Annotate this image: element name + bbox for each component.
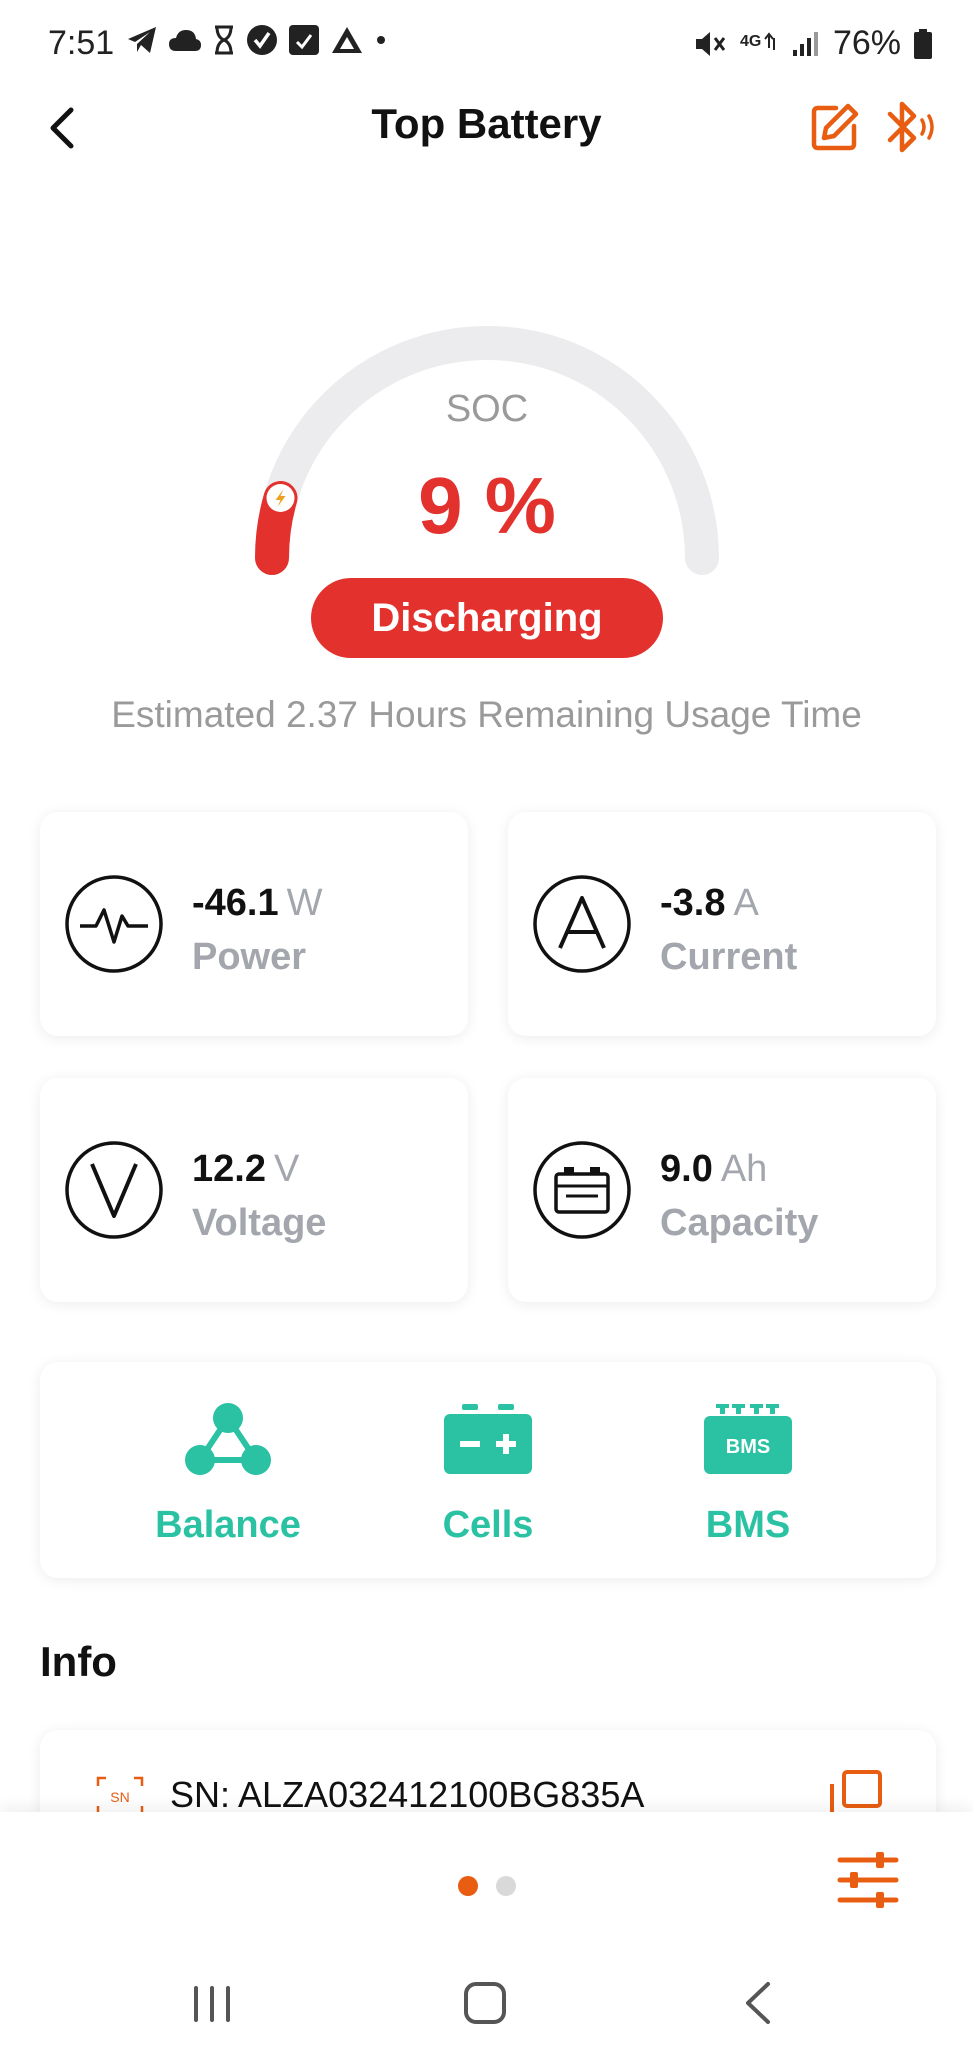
info-section-title: Info: [40, 1638, 117, 1685]
bms-icon-text: BMS: [726, 1436, 770, 1458]
cells-button[interactable]: Cells: [338, 1402, 638, 1547]
pulse-icon: [65, 875, 163, 973]
capacity-value: 9.0 Ah: [660, 1148, 768, 1190]
status-bar: 7:51 4G 76%: [0, 0, 973, 92]
current-label: Current: [660, 936, 798, 978]
volt-icon: [65, 1141, 163, 1239]
remaining-time-text: Estimated 2.37 Hours Remaining Usage Tim…: [111, 694, 862, 735]
battery-capacity-icon: [533, 1141, 631, 1239]
soc-value: 9 %: [418, 461, 556, 550]
signal-icon: [792, 31, 818, 56]
bms-icon: BMS: [704, 1404, 792, 1474]
voltage-label: Voltage: [192, 1202, 327, 1244]
voltage-card[interactable]: 12.2 V Voltage: [40, 1078, 468, 1302]
check-circle-icon: [247, 25, 277, 55]
capacity-card[interactable]: 9.0 Ah Capacity: [508, 1078, 936, 1302]
mute-icon: [695, 31, 726, 56]
serial-number-badge-text: SN: [110, 1789, 129, 1805]
ampere-icon: [533, 875, 631, 973]
capacity-unit: Ah: [720, 1148, 768, 1190]
current-unit: A: [733, 882, 759, 924]
bms-label: BMS: [705, 1504, 791, 1546]
charge-status-badge: Discharging: [311, 578, 663, 658]
current-value: -3.8 A: [660, 882, 759, 924]
balance-button[interactable]: Balance: [78, 1402, 378, 1547]
sliders-icon: [837, 1852, 899, 1908]
system-navigation-bar: [0, 1962, 973, 2054]
recent-apps-icon[interactable]: [190, 1980, 234, 2028]
bluetooth-button[interactable]: [884, 98, 940, 156]
hourglass-icon: [215, 25, 233, 55]
serial-number-text: SN: ALZA032412100BG835A: [170, 1774, 645, 1815]
settings-button[interactable]: [836, 1848, 900, 1912]
bluetooth-icon: [887, 101, 934, 153]
battery-percent: 76%: [832, 24, 901, 62]
power-label: Power: [192, 936, 307, 978]
bottom-bar: [0, 1812, 973, 1962]
edit-icon: [811, 103, 859, 151]
soc-gauge: SOC 9 %: [232, 300, 742, 600]
telegram-icon: [128, 27, 156, 53]
actions-card: Balance Cells BMS BMS: [40, 1362, 936, 1578]
capacity-label: Capacity: [660, 1202, 819, 1244]
balance-label: Balance: [155, 1504, 301, 1546]
notification-icons: [126, 24, 388, 56]
system-icons: 4G 76%: [693, 24, 933, 63]
status-time: 7:51: [48, 24, 115, 62]
serial-number-icon: SN: [96, 1776, 144, 1816]
call-filter-icon: [289, 25, 319, 55]
edit-button[interactable]: [808, 100, 862, 154]
power-value: -46.1 W: [192, 882, 323, 924]
bms-button[interactable]: BMS BMS: [598, 1402, 898, 1547]
cells-icon: [444, 1404, 532, 1474]
balance-icon: [185, 1403, 271, 1475]
power-card[interactable]: -46.1 W Power: [40, 812, 468, 1036]
voltage-unit: V: [273, 1148, 300, 1190]
cells-label: Cells: [442, 1504, 534, 1546]
voltage-value: 12.2 V: [192, 1148, 300, 1190]
power-unit: W: [286, 882, 323, 924]
page-indicator-dot-active[interactable]: [458, 1876, 478, 1896]
cloud-icon: [169, 30, 201, 51]
battery-icon: [914, 28, 932, 59]
svg-text:4G: 4G: [740, 33, 761, 50]
page-indicator-dot[interactable]: [496, 1876, 516, 1896]
system-back-icon[interactable]: [740, 1978, 776, 2028]
soc-gauge-arc: [254, 326, 719, 575]
4g-icon: 4G: [740, 31, 775, 50]
home-icon[interactable]: [462, 1978, 508, 2028]
soc-label: SOC: [445, 388, 529, 430]
more-dot-icon: [377, 36, 385, 44]
arrow-up-icon: [332, 27, 362, 53]
current-card[interactable]: -3.8 A Current: [508, 812, 936, 1036]
app-header: Top Battery: [0, 92, 973, 164]
